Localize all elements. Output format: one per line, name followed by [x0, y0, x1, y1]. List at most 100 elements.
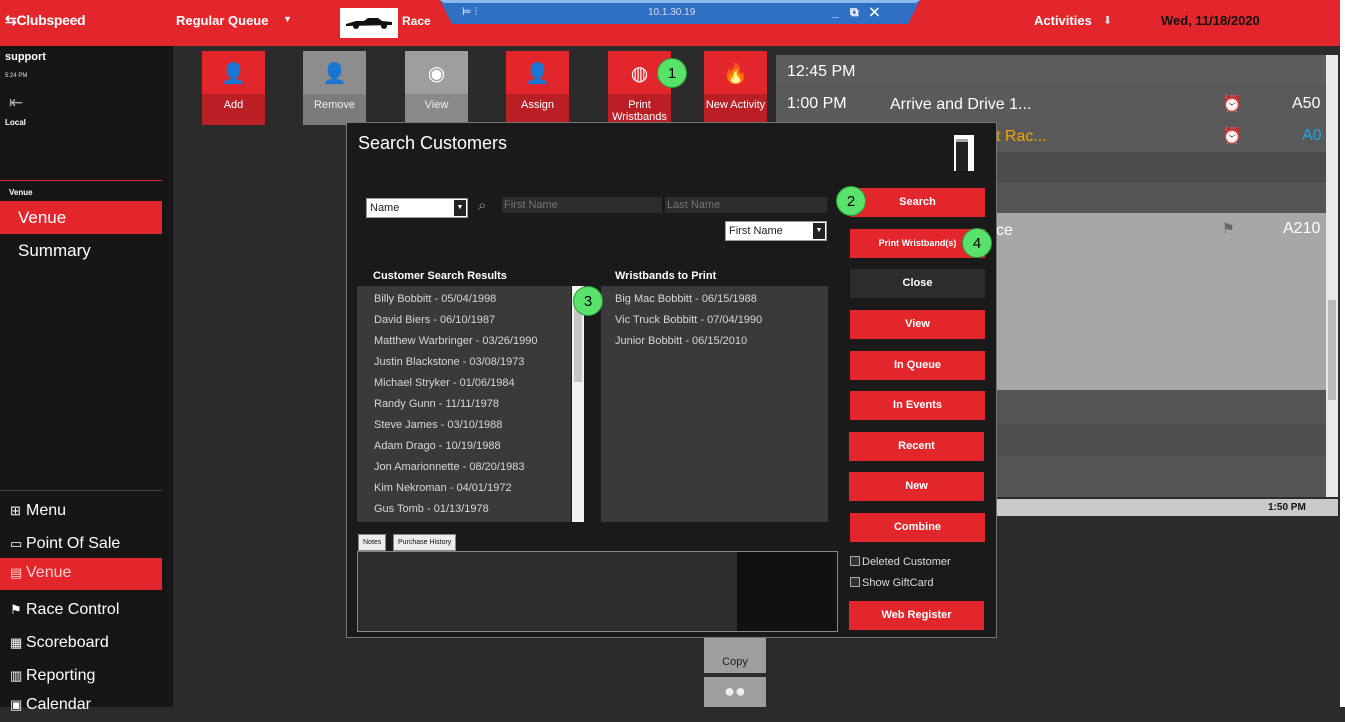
grid-icon: ⊞: [10, 503, 21, 518]
divider: [0, 490, 162, 491]
nav-item-venue[interactable]: Venue: [0, 201, 162, 234]
schedule-time: 12:45 PM: [787, 63, 856, 80]
menu-item-calendar[interactable]: ▣ Calendar: [0, 690, 162, 722]
fire-icon: 🔥: [723, 63, 748, 85]
callout-badge: 1: [657, 58, 687, 88]
assign-button[interactable]: 👤 Assign: [506, 51, 569, 125]
timeline-label: 1:50 PM: [1268, 502, 1306, 513]
group-button[interactable]: ●●: [704, 677, 766, 707]
last-name-input[interactable]: [665, 197, 827, 213]
combine-button[interactable]: Combine: [850, 513, 985, 542]
view-button[interactable]: ◉ View: [405, 51, 468, 125]
scrollbar-thumb[interactable]: [1328, 300, 1336, 400]
list-item[interactable]: Gus Tomb - 01/13/1978: [374, 503, 489, 515]
eye-icon: ◉: [427, 63, 446, 85]
checkbox-box: [850, 556, 860, 566]
list-item[interactable]: Billy Bobbitt - 05/04/1998: [374, 293, 496, 305]
menu-item-scoreboard[interactable]: ▦ Scoreboard: [0, 628, 162, 660]
activities-menu[interactable]: Activities: [1034, 13, 1092, 28]
list-item[interactable]: Steve James - 03/10/1988: [374, 419, 502, 431]
queue-selector[interactable]: Regular Queue: [176, 13, 268, 28]
new-activity-button[interactable]: 🔥 New Activity: [704, 51, 767, 125]
window-edge: [1340, 0, 1345, 707]
sort-select[interactable]: First Name ▼: [725, 221, 827, 241]
list-item[interactable]: Randy Gunn - 11/11/1978: [374, 398, 499, 410]
list-item[interactable]: Big Mac Bobbitt - 06/15/1988: [615, 293, 757, 305]
chart-icon: ▥: [10, 668, 23, 683]
callout-badge: 3: [573, 286, 603, 316]
menu-item-point-of-sale[interactable]: ▭ Point Of Sale: [0, 529, 162, 561]
schedule-event-name: Arrive and Drive 1...: [890, 96, 1032, 113]
search-field-select[interactable]: Name ▼: [366, 198, 468, 218]
arrow-down-icon[interactable]: ⬇: [1103, 14, 1112, 27]
show-giftcard-checkbox[interactable]: Show GiftCard: [850, 577, 934, 589]
new-customer-button[interactable]: New: [849, 472, 984, 501]
race-car-icon: [346, 18, 392, 29]
divider: [0, 180, 162, 181]
window-controls[interactable]: _ ⧉ ✕: [832, 5, 883, 20]
list-item[interactable]: David Biers - 06/10/1987: [374, 314, 495, 326]
flag-icon: ⚑: [1222, 220, 1235, 236]
list-item[interactable]: Michael Stryker - 01/06/1984: [374, 377, 515, 389]
list-item[interactable]: Kim Nekroman - 04/01/1972: [374, 482, 512, 494]
flag-icon: ⚑: [10, 602, 22, 617]
checkbox-box: [850, 577, 860, 587]
menu-item-menu[interactable]: ⊞ Menu: [0, 496, 162, 528]
race-logo[interactable]: [340, 8, 398, 38]
add-user-icon: 👤: [221, 63, 246, 85]
callout-badge: 2: [836, 186, 866, 216]
scoreboard-icon: ▦: [10, 635, 23, 650]
menu-item-race-control[interactable]: ⚑ Race Control: [0, 595, 162, 627]
list-item[interactable]: Jon Amarionnette - 08/20/1983: [374, 461, 524, 473]
remove-button[interactable]: 👤 Remove: [303, 51, 366, 125]
list-item[interactable]: Vic Truck Bobbitt - 07/04/1990: [615, 314, 762, 326]
logout-icon[interactable]: ⇤: [9, 93, 23, 113]
deleted-customer-checkbox[interactable]: Deleted Customer: [850, 556, 951, 568]
section-header: Venue: [9, 188, 33, 197]
add-button[interactable]: 👤 Add: [202, 51, 265, 125]
assign-user-icon: 👤: [525, 63, 550, 85]
dialog-title: Search Customers: [358, 133, 508, 153]
schedule-event-name: ce: [996, 222, 1013, 239]
venue-icon: ▤: [10, 565, 23, 580]
chevron-down-icon: ▼: [813, 223, 825, 239]
chevron-down-icon[interactable]: ▼: [283, 14, 292, 24]
search-button[interactable]: Search: [850, 188, 985, 217]
menu-item-venue[interactable]: ▤ Venue: [0, 558, 162, 590]
first-name-input[interactable]: [502, 197, 662, 213]
in-queue-button[interactable]: In Queue: [850, 351, 985, 380]
list-item[interactable]: Adam Drago - 10/19/1988: [374, 440, 501, 452]
location-label: Local: [5, 118, 26, 127]
date-display: Wed, 11/18/2020: [1161, 13, 1260, 28]
alarm-icon: ⏰: [1222, 128, 1242, 145]
web-register-button[interactable]: Web Register: [849, 601, 984, 630]
list-item[interactable]: Junior Bobbitt - 06/15/2010: [615, 335, 747, 347]
view-customer-button[interactable]: View: [850, 310, 985, 339]
close-button[interactable]: Close: [850, 269, 985, 298]
race-label: Race: [402, 14, 431, 28]
callout-badge: 4: [962, 228, 992, 258]
notes-side-panel: [737, 552, 837, 631]
in-events-button[interactable]: In Events: [850, 391, 985, 420]
door-exit-icon[interactable]: [952, 133, 976, 173]
nav-item-summary[interactable]: Summary: [18, 241, 91, 261]
chevron-down-icon: ▼: [454, 200, 466, 216]
tab-notes[interactable]: Notes: [358, 534, 387, 551]
results-header: Customer Search Results: [373, 270, 507, 282]
login-time: 5:24 PM: [5, 73, 28, 79]
wristbands-header: Wristbands to Print: [615, 270, 717, 282]
list-item[interactable]: Matthew Warbringer - 03/26/1990: [374, 335, 537, 347]
recent-button[interactable]: Recent: [849, 432, 984, 461]
card-icon: ▭: [10, 536, 23, 551]
people-icon: ●●: [724, 681, 746, 701]
remote-ip: 10.1.30.19: [648, 7, 696, 18]
copy-label: Copy: [722, 656, 748, 668]
username: support: [5, 51, 46, 63]
pin-icon[interactable]: ⊨ ⫶: [462, 5, 477, 19]
clubspeed-logo: ⇆Clubspeed: [5, 12, 86, 28]
schedule-scrollbar[interactable]: [1326, 55, 1338, 497]
list-item[interactable]: Justin Blackstone - 03/08/1973: [374, 356, 524, 368]
menu-item-reporting[interactable]: ▥ Reporting: [0, 661, 162, 693]
alarm-icon: ⏰: [1222, 96, 1242, 113]
tab-purchase-history[interactable]: Purchase History: [393, 534, 457, 551]
